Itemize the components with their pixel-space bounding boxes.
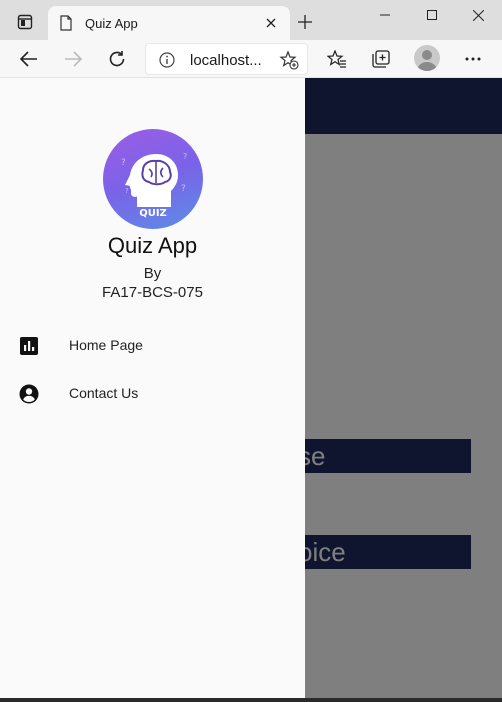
window-bottom-edge [0,698,502,702]
nav-item-label: Home Page [69,337,143,353]
favorites-button[interactable] [323,45,351,73]
maximize-icon [427,10,437,20]
quiz-logo: ? ? ? ? QUIZ [103,129,203,229]
maximize-button[interactable] [409,0,455,30]
svg-text:?: ? [125,187,129,195]
browser-window: Quiz App localhost... ? ? ? ? QUIZ Quiz … [0,0,502,702]
nav-item-contact-us[interactable]: Contact Us [0,370,305,418]
document-icon [60,15,72,31]
page-viewport: e se oice ? ? ? ? QUIZ Quiz App By [0,78,502,698]
address-bar[interactable]: localhost... [145,43,308,75]
back-button[interactable] [15,45,43,73]
profile-avatar[interactable] [414,45,440,71]
nav-item-label: Contact Us [69,385,139,401]
account-circle-icon [19,384,39,404]
tab-title: Quiz App [85,16,138,31]
url-text[interactable]: localhost... [190,52,262,69]
browser-toolbar: localhost... [0,40,502,78]
tab-quiz-app[interactable]: Quiz App [48,6,290,40]
close-window-icon [472,9,484,21]
svg-text:?: ? [121,158,126,168]
collections-icon [372,50,390,68]
navigation-drawer: ? ? ? ? QUIZ Quiz App By FA17-BCS-075 Ho… [0,78,305,698]
drawer-title: Quiz App [107,233,198,258]
add-favorite-icon[interactable] [279,50,299,70]
collections-button[interactable] [367,45,395,73]
arrow-right-icon [65,51,82,67]
more-horizontal-icon [465,57,481,61]
tab-strip: Quiz App [0,0,502,40]
nav-item-home-page[interactable]: Home Page [0,322,305,370]
settings-more-button[interactable] [459,45,487,73]
tab-actions-icon [17,14,33,30]
plus-icon [298,15,312,29]
info-icon[interactable] [159,52,175,68]
tab-close-button[interactable] [262,14,280,32]
refresh-icon [109,51,125,67]
person-icon [417,50,437,71]
favorites-icon [327,50,346,68]
drawer-by-label: By [143,265,162,282]
svg-text:?: ? [183,152,187,161]
drawer-author-id: FA17-BCS-075 [102,284,203,301]
tab-actions-button[interactable] [8,8,42,36]
logo-text: QUIZ [139,208,167,219]
bar-chart-icon [20,337,38,355]
refresh-button[interactable] [103,45,131,73]
new-tab-button[interactable] [294,11,316,33]
minimize-button[interactable] [362,0,408,30]
svg-text:?: ? [181,184,186,194]
forward-button[interactable] [59,45,87,73]
close-icon [266,18,276,28]
close-window-button[interactable] [455,0,501,30]
minimize-icon [380,14,390,16]
arrow-left-icon [20,51,37,67]
